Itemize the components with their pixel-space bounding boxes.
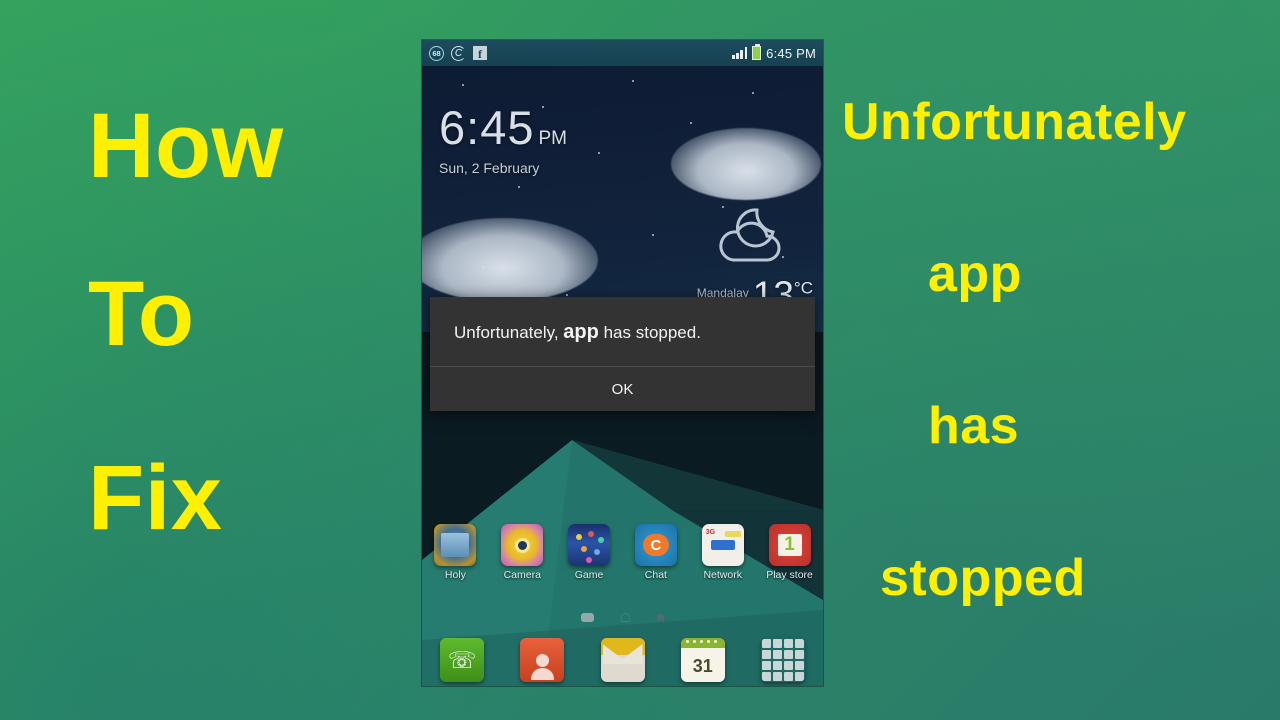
caption-fix: Fix [88, 447, 223, 549]
dock-item-phone[interactable]: ☏ Phone [422, 638, 502, 686]
clock-hours-minutes: 6:45 [439, 101, 535, 154]
dock-item-contacts[interactable]: Contacts [502, 638, 582, 686]
weather-temp-unit: °C [793, 278, 813, 298]
apps-grid-icon [761, 638, 805, 682]
contacts-icon [520, 638, 565, 682]
phone-icon: ☏ [440, 638, 485, 682]
cloud-decoration-top [671, 128, 821, 200]
dock-item-messaging[interactable]: Messaging [582, 638, 662, 686]
clean-master-icon: C [451, 45, 466, 61]
screenshot-canvas: How To Fix Unfortunately app has stopped [0, 0, 1280, 720]
status-bar-left: 68 C f [429, 45, 487, 61]
app-holy[interactable]: Holy [422, 524, 489, 581]
dock-item-apps[interactable]: Apps [743, 638, 823, 686]
camera-icon [501, 524, 544, 566]
app-label: Camera [503, 569, 541, 581]
network-icon: 3G [701, 524, 744, 566]
app-label: Play store [766, 569, 813, 581]
app-label: Game [574, 569, 604, 581]
home-page-icon[interactable]: ☖ [620, 611, 632, 624]
app-camera[interactable]: Camera [489, 524, 556, 581]
app-game[interactable]: Game [556, 524, 623, 581]
caption-how: How [88, 95, 284, 197]
status-bar[interactable]: 68 C f 6:45 PM [422, 40, 823, 66]
dock-bar: ☏ Phone Contacts Messaging 31 S Planner [422, 638, 823, 686]
dialog-message-app: app [563, 321, 599, 343]
app-play-store[interactable]: 1 Play store [756, 524, 823, 581]
page-indicator-dot[interactable] [657, 614, 665, 621]
caption-app: app [928, 245, 1022, 303]
caption-stopped: stopped [880, 549, 1086, 607]
app-network[interactable]: 3G Network [689, 524, 756, 581]
status-bar-right: 6:45 PM [732, 44, 816, 61]
page-indicator-current[interactable] [580, 613, 594, 622]
dialog-ok-button[interactable]: OK [430, 367, 815, 411]
holy-icon [434, 524, 477, 566]
dialog-message-prefix: Unfortunately, [454, 323, 564, 342]
play-store-icon: 1 [768, 524, 811, 566]
dialog-message-suffix: has stopped. [598, 323, 701, 342]
facebook-icon: f [473, 46, 487, 60]
app-row-2: Holy Camera Game C Chat 3G Network 1 Pla… [422, 524, 823, 581]
notification-count-badge: 68 [429, 45, 444, 61]
moon-cloud-icon [719, 208, 781, 262]
caption-has: has [928, 397, 1020, 455]
clock-ampm: PM [538, 128, 567, 149]
messaging-icon [600, 638, 645, 682]
page-indicator[interactable]: ☖ [422, 611, 823, 624]
game-icon [568, 524, 611, 566]
battery-icon [752, 44, 762, 60]
dialog-body: Unfortunately, app has stopped. [430, 297, 815, 366]
clock-widget[interactable]: 6:45 PM Sun, 2 February [439, 104, 567, 176]
phone-screen: 6:45PM Sun, 2 February Mandalay13°C Inte… [422, 40, 823, 686]
cloud-decoration-mid [422, 218, 598, 302]
app-label: Holy [444, 569, 466, 581]
dock-item-s-planner[interactable]: 31 S Planner [663, 638, 743, 686]
app-chat[interactable]: C Chat [622, 524, 689, 581]
chat-icon: C [634, 524, 677, 566]
caption-to: To [88, 263, 195, 365]
weather-clock-panel: 6:45PM Sun, 2 February Mandalay13°C Inte… [422, 66, 823, 332]
app-label: Network [703, 569, 742, 581]
app-label: Chat [644, 569, 667, 581]
error-dialog: Unfortunately, app has stopped. OK [430, 297, 815, 411]
signal-bars-icon [732, 47, 748, 59]
s-planner-icon: 31 [680, 638, 725, 682]
status-bar-clock: 6:45 PM [766, 45, 816, 61]
s-planner-day: 31 [692, 656, 713, 676]
clock-time: 6:45 PM [439, 104, 567, 151]
clock-date: Sun, 2 February [439, 160, 540, 176]
dialog-message: Unfortunately, app has stopped. [454, 319, 791, 346]
caption-unfortunately: Unfortunately [842, 93, 1187, 151]
